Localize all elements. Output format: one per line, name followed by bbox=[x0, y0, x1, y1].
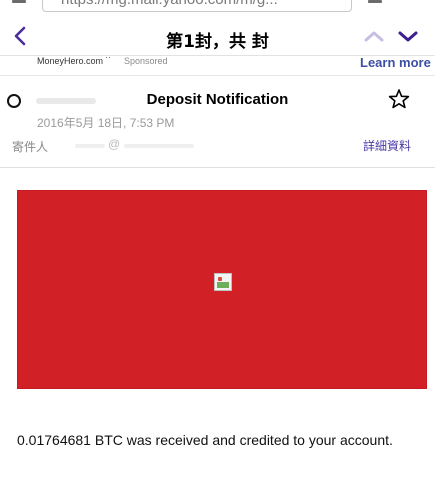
from-at-sign: @ bbox=[108, 137, 121, 151]
next-message-button[interactable] bbox=[396, 26, 420, 46]
url-text: https://mg.mail.yahoo.com/m/g... bbox=[61, 0, 278, 8]
ad-sponsored-label: Sponsored bbox=[124, 56, 168, 66]
browser-strip: https://mg.mail.yahoo.com/m/g... bbox=[0, 0, 435, 16]
previous-message-button[interactable] bbox=[362, 26, 386, 46]
details-link[interactable]: 詳細資料 bbox=[363, 137, 411, 154]
message-header: Deposit Notification 2016年5月 18日, 7:53 P… bbox=[0, 76, 435, 168]
url-bar[interactable]: https://mg.mail.yahoo.com/m/g... bbox=[42, 0, 352, 12]
star-button[interactable] bbox=[388, 88, 410, 110]
sponsored-ad[interactable]: MoneyHero.com ·· Sponsored Learn more bbox=[0, 52, 435, 76]
star-outline-icon bbox=[388, 89, 410, 109]
ad-separator: ·· bbox=[105, 52, 111, 62]
redacted-from-name bbox=[75, 144, 105, 148]
broken-image-icon bbox=[214, 273, 232, 291]
chevron-down-icon bbox=[398, 31, 418, 42]
chevron-up-icon bbox=[364, 31, 384, 42]
email-hero-banner bbox=[17, 190, 427, 389]
from-label: 寄件人 bbox=[12, 140, 49, 154]
message-nav-header: 第1封，共 封 bbox=[0, 16, 435, 56]
redacted-from-domain bbox=[124, 144, 194, 148]
message-body-text: 0.01764681 BTC was received and credited… bbox=[17, 432, 393, 448]
menu-icon[interactable] bbox=[12, 0, 26, 3]
overflow-menu-icon[interactable] bbox=[368, 0, 382, 3]
ad-advertiser: MoneyHero.com bbox=[37, 56, 104, 66]
message-date: 2016年5月 18日, 7:53 PM bbox=[37, 116, 175, 130]
ad-learn-more-link[interactable]: Learn more bbox=[360, 55, 431, 70]
message-subject: Deposit Notification bbox=[146, 91, 289, 108]
